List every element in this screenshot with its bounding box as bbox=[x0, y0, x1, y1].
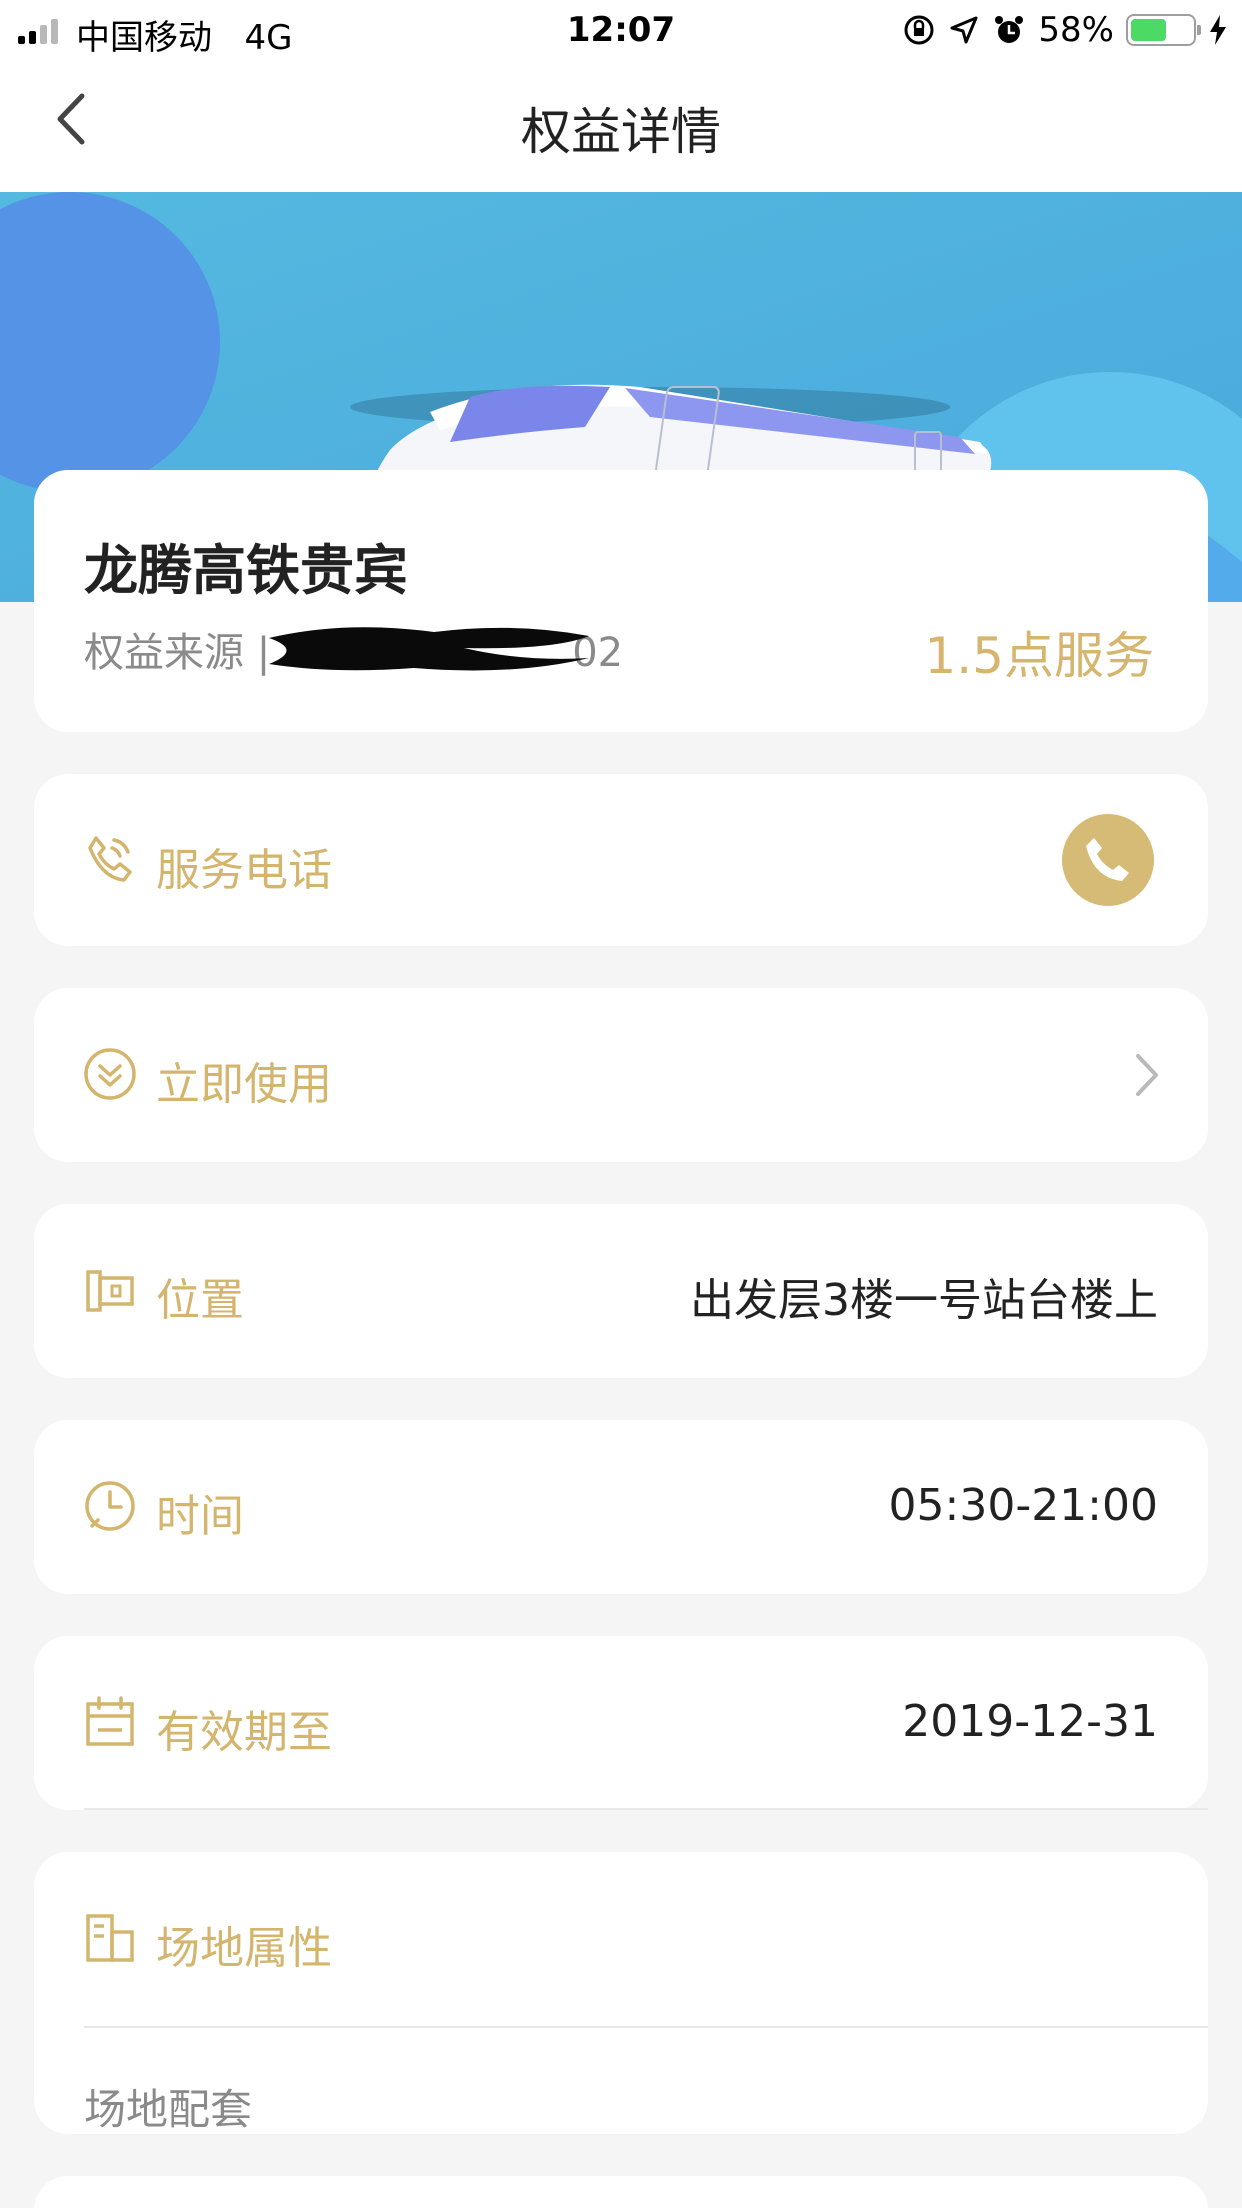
location-value: 出发层3楼一号站台楼上 bbox=[690, 1275, 1158, 1326]
location-label: 位置 bbox=[156, 1275, 244, 1326]
expiry-label: 有效期至 bbox=[156, 1707, 332, 1758]
divider bbox=[84, 1808, 1208, 1810]
nav-bar: 权益详情 bbox=[0, 62, 1242, 192]
benefit-source-label: 权益来源 | bbox=[84, 630, 271, 676]
building-icon bbox=[86, 1270, 134, 1312]
next-card bbox=[34, 2176, 1208, 2208]
battery-fill bbox=[1131, 19, 1166, 41]
hours-label: 时间 bbox=[156, 1491, 244, 1542]
double-chevron-circle-icon bbox=[84, 1048, 136, 1100]
venue-attributes-label: 场地属性 bbox=[156, 1923, 332, 1974]
battery-percent: 58% bbox=[1038, 10, 1114, 50]
redaction-mark bbox=[269, 627, 589, 671]
benefit-points: 1.5点服务 bbox=[924, 627, 1154, 685]
benefit-summary-card: 龙腾高铁贵宾 权益来源 | 02 1.5点服务 bbox=[34, 470, 1208, 732]
service-phone-card[interactable]: 服务电话 bbox=[34, 774, 1208, 946]
service-phone-label: 服务电话 bbox=[156, 845, 332, 896]
battery-icon bbox=[1126, 14, 1201, 46]
charging-bolt-icon bbox=[1210, 15, 1226, 45]
calendar-icon bbox=[86, 1696, 134, 1746]
orientation-lock-icon bbox=[904, 15, 934, 45]
alarm-icon bbox=[995, 16, 1024, 43]
location-card: 位置 出发层3楼一号站台楼上 bbox=[34, 1204, 1208, 1378]
chevron-right-icon bbox=[1136, 1054, 1158, 1096]
expiry-card: 有效期至 2019-12-31 bbox=[34, 1636, 1208, 1810]
expiry-value: 2019-12-31 bbox=[902, 1696, 1158, 1747]
page-title: 权益详情 bbox=[521, 103, 721, 161]
venue-attributes-card: 场地属性 场地配套 bbox=[34, 1852, 1208, 2134]
hours-value: 05:30-21:00 bbox=[888, 1480, 1158, 1531]
use-now-card[interactable]: 立即使用 bbox=[34, 988, 1208, 1162]
status-bar: 中国移动 4G 12:07 58% bbox=[0, 0, 1242, 62]
venue-icon bbox=[86, 1914, 134, 1962]
page: 中国移动 4G 12:07 58% 权益详情 龙腾高铁贵宾 权益来源 | 02 … bbox=[0, 0, 1242, 2208]
phone-outline-icon bbox=[88, 836, 132, 882]
benefit-title: 龙腾高铁贵宾 bbox=[84, 539, 408, 602]
status-right: 58% bbox=[902, 10, 1228, 50]
hours-card: 时间 05:30-21:00 bbox=[34, 1420, 1208, 1594]
location-arrow-icon bbox=[950, 16, 978, 44]
divider bbox=[84, 2026, 1208, 2028]
phone-call-icon[interactable] bbox=[1062, 814, 1154, 906]
venue-facilities-label: 场地配套 bbox=[84, 2085, 253, 2134]
clock-icon bbox=[85, 1481, 135, 1531]
use-now-label: 立即使用 bbox=[156, 1059, 332, 1110]
